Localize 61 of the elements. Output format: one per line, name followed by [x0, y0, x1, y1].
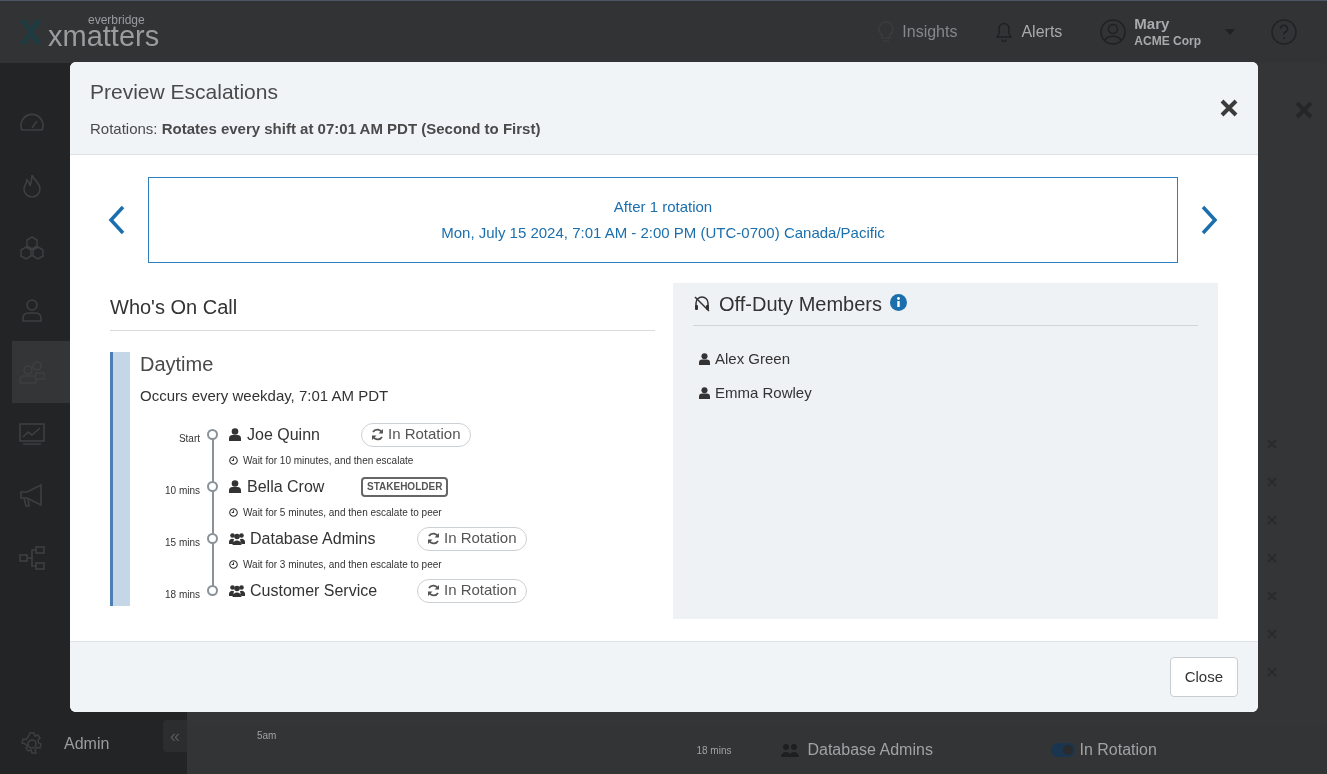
member-name: Joe Quinn [247, 424, 321, 445]
hexagons-icon [19, 235, 45, 261]
megaphone-icon [19, 483, 45, 509]
shift-name: Daytime [140, 352, 215, 377]
rotation-summary: Rotations: Rotates every shift at 07:01 AM PDT (Second to First) [90, 118, 542, 139]
wait-note: Wait for 10 minutes, and then escalate [243, 454, 414, 468]
step-offset: 15 mins [164, 536, 200, 550]
wait-note: Wait for 3 minutes, and then escalate to peer [243, 558, 442, 572]
user-organization: ACME Corp [1134, 33, 1201, 49]
step-offset: Start [177, 432, 200, 446]
chart-icon [19, 421, 45, 447]
timeline-node [207, 481, 218, 492]
refresh-icon [427, 532, 440, 545]
sidebar-item[interactable] [12, 341, 70, 403]
period-title: After 1 rotation [613, 196, 713, 217]
person-icon [229, 480, 241, 493]
user-name: Mary [1134, 15, 1171, 34]
close-button[interactable]: Close [1169, 657, 1238, 697]
clock-icon [229, 560, 238, 569]
member-name: Emma Rowley [715, 382, 812, 403]
role-badge: STAKEHOLDER [361, 476, 449, 497]
timeline-node [207, 585, 218, 596]
admin-label: Admin [64, 734, 110, 754]
group-name: Database Admins [807, 740, 934, 760]
section-heading: Who's On Call [110, 295, 239, 320]
section-heading: Off-Duty Members [719, 292, 882, 317]
member-name: Bella Crow [247, 476, 326, 497]
clock-icon [229, 456, 238, 465]
person-icon [229, 428, 241, 441]
shift-description: Occurs every weekday, 7:01 AM PDT [140, 386, 390, 406]
brand-tagline: everbridge [88, 13, 145, 26]
period-range: Mon, July 15 2024, 7:01 AM - 2:00 PM (UTC-0700) Canada/Pacific [441, 223, 885, 243]
refresh-icon [371, 428, 384, 441]
modal-title: Preview Escalations [90, 79, 279, 105]
refresh-icon [427, 584, 440, 597]
close-icon[interactable] [1220, 99, 1238, 117]
chevron-right-icon[interactable] [1200, 205, 1218, 235]
group-icon [229, 532, 245, 545]
flowchart-icon [19, 545, 45, 571]
wait-note: Wait for 5 minutes, and then escalate to peer [243, 506, 442, 520]
info-icon[interactable] [890, 293, 907, 311]
person-icon [699, 386, 710, 399]
step-offset: 18 mins [164, 588, 200, 602]
member-name: Customer Service [250, 580, 379, 601]
gear-icon [20, 732, 44, 756]
toggle-switch[interactable] [1051, 743, 1076, 757]
timeline-node [207, 429, 218, 440]
group-icon [229, 584, 245, 597]
step-offset: 10 mins [164, 484, 200, 498]
member-name: Alex Green [715, 349, 791, 369]
member-name: Database Admins [250, 528, 377, 549]
chevron-left-icon[interactable] [108, 205, 126, 235]
step-offset: 18 mins [696, 743, 732, 758]
clock-icon [229, 508, 238, 517]
nav-link[interactable]: Alerts [995, 20, 1063, 44]
timeline-node [207, 533, 218, 544]
status-label: In Rotation [1079, 740, 1157, 760]
person-icon [699, 353, 710, 366]
headset-off-icon [693, 295, 711, 313]
person-icon [19, 297, 45, 323]
time-label: 5am [257, 728, 277, 743]
